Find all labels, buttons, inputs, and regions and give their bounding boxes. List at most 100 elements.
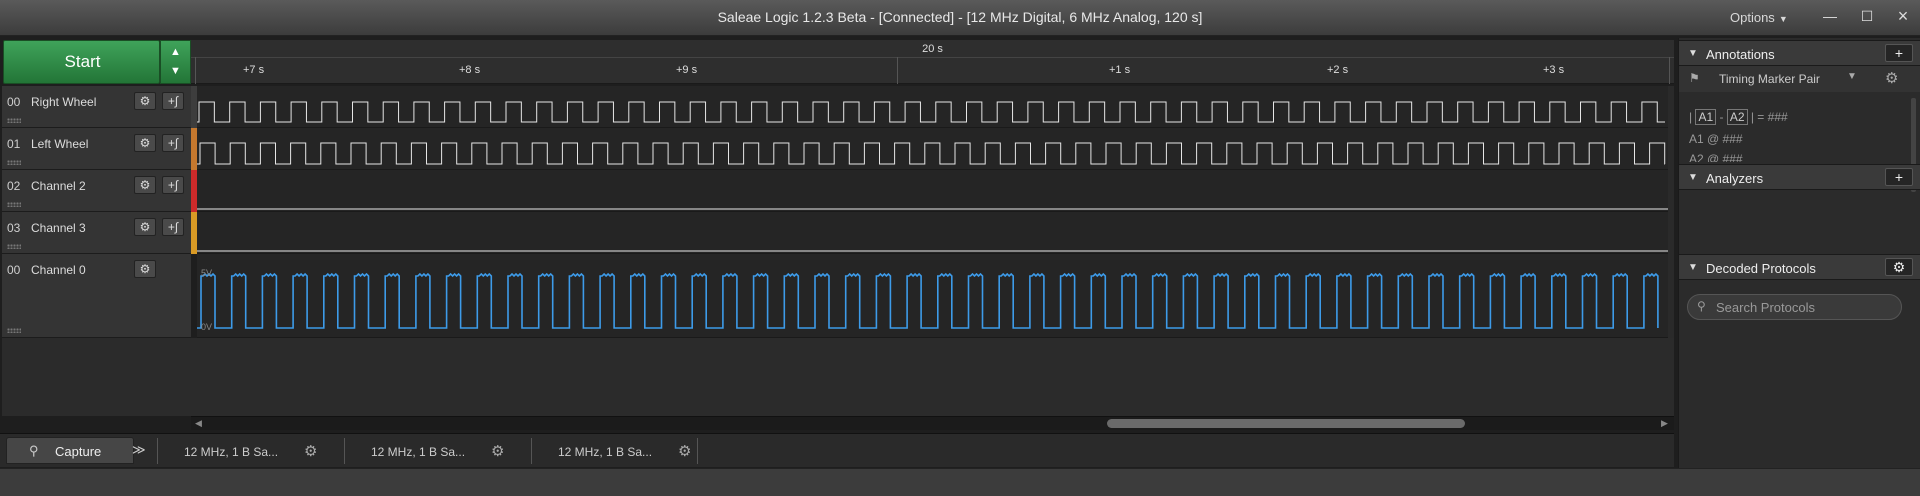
session-tab[interactable]: 12 MHz, 1 B Sa... ⚙ (344, 438, 524, 464)
timeline-tick (897, 57, 898, 84)
chevron-down-icon[interactable]: ▼ (1847, 71, 1857, 82)
drag-grip-icon[interactable] (7, 160, 21, 165)
marker-gear-icon[interactable]: ⚙ (1885, 69, 1898, 87)
annotation-sep: - (1719, 110, 1724, 124)
options-label: Options (1730, 10, 1775, 25)
drag-grip-icon[interactable] (7, 244, 21, 249)
decoded-protocols-title: Decoded Protocols (1706, 261, 1816, 276)
session-tabs-bar: ⚲ Capture ≫ 12 MHz, 1 B Sa... ⚙ 12 MHz, … (0, 433, 1674, 467)
analog-min-label: 0V (201, 322, 212, 332)
session-gear-icon[interactable]: ⚙ (678, 442, 691, 460)
capture-search-icon: ⚲ (29, 443, 39, 458)
arrow-down-icon: ▼ (170, 65, 181, 77)
channel-name[interactable]: Channel 2 (31, 179, 86, 193)
drag-grip-icon[interactable] (7, 202, 21, 207)
add-annotation-button[interactable]: + (1885, 44, 1913, 62)
channel-row[interactable]: 02 Channel 2 ⚙ +∫ (2, 170, 191, 212)
channel-settings-gear-icon[interactable]: ⚙ (134, 134, 156, 152)
left-wheel-waveform (197, 142, 1666, 165)
decoded-protocols-header[interactable]: ▼ Decoded Protocols ⚙ (1679, 254, 1920, 280)
channel-row[interactable]: 01 Left Wheel ⚙ +∫ (2, 128, 191, 170)
maximize-button[interactable]: ☐ (1854, 6, 1880, 28)
more-tabs-icon[interactable]: ≫ (132, 442, 146, 458)
annotation-result: | = ### (1750, 110, 1788, 124)
trigger-icon[interactable]: +∫ (162, 92, 184, 110)
analyzers-title: Analyzers (1706, 171, 1764, 186)
timing-marker-row[interactable]: ⚑ Timing Marker Pair ▼ ⚙ (1679, 66, 1920, 92)
decoded-settings-gear-icon[interactable]: ⚙ (1885, 258, 1913, 276)
timeline-tick-label: +9 s (676, 64, 698, 76)
session-tab-label: 12 MHz, 1 B Sa... (371, 445, 466, 459)
start-options-button[interactable]: ▲ ▼ (160, 40, 191, 84)
scroll-right-icon[interactable]: ▶ (1661, 417, 1668, 430)
annotation-measurement: | A1 - A2 | = ### (1689, 109, 1788, 125)
tab-divider (697, 438, 698, 464)
channel-row[interactable]: 00 Right Wheel ⚙ +∫ (2, 86, 191, 128)
empty-canvas-area (2, 338, 1674, 416)
timeline-tick-label: +1 s (1109, 64, 1131, 76)
channel-settings-gear-icon[interactable]: ⚙ (134, 218, 156, 236)
drag-grip-icon[interactable] (7, 118, 21, 123)
horizontal-scrollbar[interactable]: ◀ ▶ (191, 416, 1674, 430)
status-bar (0, 468, 1920, 496)
session-gear-icon[interactable]: ⚙ (491, 442, 504, 460)
session-tab[interactable]: 12 MHz, 1 B Sa... ⚙ (531, 438, 711, 464)
chevron-down-icon: ▼ (1778, 14, 1788, 24)
timeline-tick-label: +8 s (459, 64, 481, 76)
right-wheel-waveform (197, 101, 1665, 123)
channel-settings-gear-icon[interactable]: ⚙ (134, 92, 156, 110)
channel-number: 01 (7, 137, 21, 151)
waveform-view[interactable]: 5V 0V (197, 86, 1668, 338)
minimize-button[interactable]: — (1817, 6, 1843, 28)
session-tab-label: 12 MHz, 1 B Sa... (558, 445, 653, 459)
search-input[interactable] (1714, 298, 1894, 316)
channel-row-analog[interactable]: 00 Channel 0 ⚙ (2, 254, 191, 338)
channel-name[interactable]: Channel 3 (31, 221, 86, 235)
drag-grip-icon[interactable] (7, 328, 21, 333)
search-icon: ⚲ (1697, 299, 1706, 313)
analyzers-header[interactable]: ▼ Analyzers + (1679, 164, 1920, 190)
waveform-scrollbar[interactable] (1668, 86, 1674, 338)
window-title: Saleae Logic 1.2.3 Beta - [Connected] - … (717, 9, 1203, 25)
pin-icon: ⚑ (1689, 71, 1700, 85)
annotations-header[interactable]: ▼ Annotations + (1679, 40, 1920, 66)
timeline-tick (195, 57, 196, 84)
protocol-search[interactable]: ⚲ (1687, 294, 1902, 320)
session-tab-label: 12 MHz, 1 B Sa... (184, 445, 279, 459)
channel-settings-gear-icon[interactable]: ⚙ (134, 176, 156, 194)
scrollbar-thumb[interactable] (1107, 419, 1465, 428)
channel-number: 00 (7, 95, 21, 109)
waveform-canvas: 5V 0V (197, 101, 1668, 332)
marker-a2-badge: A2 (1726, 109, 1748, 125)
scroll-left-icon[interactable]: ◀ (195, 417, 202, 430)
capture-tab[interactable]: ⚲ Capture (6, 437, 134, 464)
collapse-triangle-icon[interactable]: ▼ (1688, 262, 1698, 273)
annotation-a2-time: A2 @ ### (1689, 152, 1743, 162)
channel-name[interactable]: Left Wheel (31, 137, 88, 151)
close-button[interactable]: × (1890, 6, 1916, 28)
timeline-divider (191, 57, 1674, 58)
channel-settings-gear-icon[interactable]: ⚙ (134, 260, 156, 278)
trigger-icon[interactable]: +∫ (162, 218, 184, 236)
trigger-icon[interactable]: +∫ (162, 134, 184, 152)
collapse-triangle-icon[interactable]: ▼ (1688, 48, 1698, 59)
timeline-tick (1669, 57, 1670, 84)
timeline-ruler[interactable]: 20 s +7 s +8 s +9 s +1 s +2 s +3 s (191, 40, 1674, 84)
add-analyzer-button[interactable]: + (1885, 168, 1913, 186)
session-gear-icon[interactable]: ⚙ (304, 442, 317, 460)
channel-name[interactable]: Channel 0 (31, 263, 86, 277)
annotations-title: Annotations (1706, 47, 1775, 62)
arrow-up-icon: ▲ (170, 46, 181, 58)
marker-a1-badge: A1 (1695, 109, 1717, 125)
collapse-triangle-icon[interactable]: ▼ (1688, 172, 1698, 183)
trigger-icon[interactable]: +∫ (162, 176, 184, 194)
timeline-tick-label: +7 s (243, 64, 265, 76)
analog-max-label: 5V (201, 268, 212, 278)
start-label: Start (64, 52, 101, 71)
channel-name[interactable]: Right Wheel (31, 95, 96, 109)
channel-row[interactable]: 03 Channel 3 ⚙ +∫ (2, 212, 191, 254)
options-menu-button[interactable]: Options ▼ (1730, 10, 1788, 25)
start-button[interactable]: Start (3, 40, 160, 84)
session-tab[interactable]: 12 MHz, 1 B Sa... ⚙ (157, 438, 337, 464)
timeline-tick-label: +2 s (1327, 64, 1349, 76)
